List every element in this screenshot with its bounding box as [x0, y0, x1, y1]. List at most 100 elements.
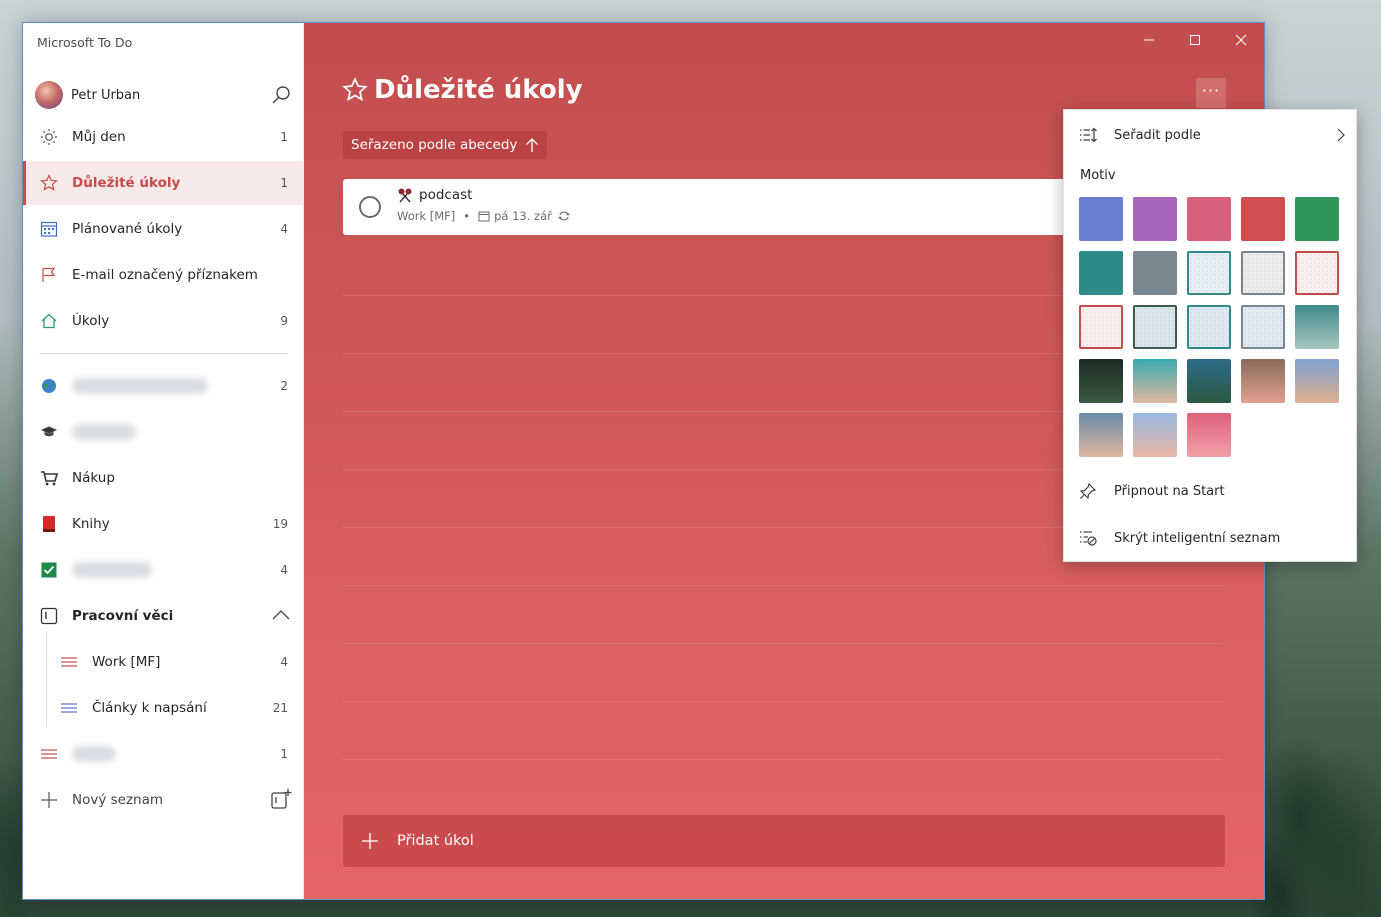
sun-icon — [39, 127, 59, 147]
empty-row-line — [343, 701, 1223, 702]
calendar-icon — [478, 211, 490, 222]
flag-icon — [39, 265, 59, 285]
search-icon[interactable] — [270, 84, 292, 106]
theme-swatch[interactable] — [1295, 359, 1339, 403]
list-lines-icon — [59, 698, 79, 718]
sidebar-item-my-day[interactable]: Můj den 1 — [23, 115, 304, 159]
minimize-button[interactable] — [1126, 23, 1172, 57]
sidebar-item-count: 9 — [280, 314, 288, 328]
sidebar-item-list[interactable] — [23, 410, 304, 454]
sidebar-item-count: 4 — [280, 222, 288, 236]
task-title-text: podcast — [419, 187, 473, 203]
menu-item-label: Připnout na Start — [1114, 483, 1225, 499]
sort-icon — [1078, 125, 1098, 145]
theme-swatch[interactable] — [1241, 305, 1285, 349]
add-task-placeholder: Přidat úkol — [397, 833, 474, 849]
menu-item-label: Skrýt inteligentní seznam — [1114, 530, 1281, 546]
sidebar-item-flagged-email[interactable]: E-mail označený příznakem — [23, 253, 304, 297]
theme-swatch[interactable] — [1079, 359, 1123, 403]
sidebar-item-planned[interactable]: Plánované úkoly 4 — [23, 207, 304, 251]
close-button[interactable] — [1218, 23, 1264, 57]
sidebar-item-work-mf[interactable]: Work [MF] 4 — [23, 640, 304, 684]
sidebar-item-label: Články k napsání — [92, 700, 207, 716]
home-icon — [39, 311, 59, 331]
calendar-icon — [39, 219, 59, 239]
book-icon — [39, 514, 59, 534]
theme-swatch[interactable] — [1187, 359, 1231, 403]
theme-swatch[interactable] — [1079, 251, 1123, 295]
check-box-icon — [39, 560, 59, 580]
theme-swatch[interactable] — [1187, 413, 1231, 457]
sidebar-item-count: 4 — [280, 563, 288, 577]
hide-smart-list-menu-item[interactable]: Skrýt inteligentní seznam — [1064, 520, 1358, 556]
sidebar-item-tasks[interactable]: Úkoly 9 — [23, 299, 304, 343]
graduation-cap-icon — [39, 422, 59, 442]
theme-swatch[interactable] — [1133, 413, 1177, 457]
sidebar-item-count: 2 — [280, 379, 288, 393]
empty-row-line — [343, 585, 1223, 586]
user-profile[interactable]: Petr Urban — [23, 75, 304, 115]
page-title: Důležité úkoly — [342, 75, 583, 105]
new-group-icon[interactable] — [270, 788, 292, 810]
theme-swatch[interactable] — [1079, 197, 1123, 241]
theme-swatch[interactable] — [1079, 305, 1123, 349]
blurred-list-name — [72, 424, 136, 440]
sidebar-item-important[interactable]: Důležité úkoly 1 — [23, 161, 304, 205]
task-due-date: pá 13. zář — [494, 209, 552, 223]
chevron-up-icon[interactable] — [272, 609, 290, 621]
star-icon — [342, 77, 368, 102]
add-task-input[interactable]: Přidat úkol — [343, 815, 1225, 867]
chevron-right-icon — [1337, 128, 1345, 142]
theme-swatch[interactable] — [1187, 305, 1231, 349]
sidebar-item-shopping[interactable]: Nákup — [23, 456, 304, 500]
microphone-emoji-icon — [398, 188, 412, 203]
sidebar-item-list[interactable]: 4 — [23, 548, 304, 592]
new-list-button[interactable]: Nový seznam — [23, 778, 304, 822]
theme-swatch[interactable] — [1133, 359, 1177, 403]
theme-swatch[interactable] — [1241, 359, 1285, 403]
sidebar-item-books[interactable]: Knihy 19 — [23, 502, 304, 546]
sidebar-item-list[interactable]: 2 — [23, 364, 304, 408]
task-meta: Work [MF] • pá 13. zář — [397, 209, 574, 223]
sidebar-group-work[interactable]: Pracovní věci — [23, 594, 304, 638]
globe-icon — [39, 376, 59, 396]
sidebar-item-count: 1 — [280, 130, 288, 144]
sidebar-item-list[interactable]: 1 — [23, 732, 304, 776]
minimize-icon — [1144, 39, 1154, 41]
sidebar-item-label: Knihy — [72, 516, 110, 532]
theme-swatch[interactable] — [1133, 251, 1177, 295]
plus-icon — [39, 790, 59, 810]
empty-row-line — [343, 643, 1223, 644]
maximize-button[interactable] — [1172, 23, 1218, 57]
sort-indicator[interactable]: Seřazeno podle abecedy — [343, 131, 548, 159]
theme-swatch[interactable] — [1187, 251, 1231, 295]
list-lines-icon — [39, 744, 59, 764]
hide-list-icon — [1078, 528, 1098, 548]
sidebar-item-count: 1 — [280, 747, 288, 761]
sidebar-item-articles[interactable]: Články k napsání 21 — [23, 686, 304, 730]
separator-dot: • — [463, 209, 471, 223]
sidebar-item-label: Důležité úkoly — [72, 175, 181, 191]
theme-swatch[interactable] — [1295, 305, 1339, 349]
task-item[interactable]: podcast Work [MF] • pá 13. zář — [343, 179, 1103, 235]
shopping-cart-icon — [39, 468, 59, 488]
repeat-icon — [558, 211, 570, 221]
theme-swatch[interactable] — [1133, 197, 1177, 241]
avatar[interactable] — [35, 81, 63, 109]
theme-section-label: Motiv — [1080, 168, 1116, 183]
sort-label: Seřazeno podle abecedy — [351, 137, 518, 153]
theme-swatch[interactable] — [1241, 251, 1285, 295]
task-list-name: Work [MF] — [397, 209, 456, 223]
more-options-button[interactable]: ··· — [1196, 78, 1226, 108]
theme-swatch[interactable] — [1295, 251, 1339, 295]
theme-swatch[interactable] — [1133, 305, 1177, 349]
sort-by-menu-item[interactable]: Seřadit podle — [1064, 117, 1358, 153]
theme-swatch[interactable] — [1295, 197, 1339, 241]
complete-checkbox[interactable] — [359, 196, 381, 218]
blurred-list-name — [72, 746, 116, 762]
pin-to-start-menu-item[interactable]: Připnout na Start — [1064, 473, 1358, 509]
theme-swatch[interactable] — [1187, 197, 1231, 241]
theme-swatch[interactable] — [1241, 197, 1285, 241]
theme-swatch[interactable] — [1079, 413, 1123, 457]
pin-icon — [1078, 481, 1098, 501]
